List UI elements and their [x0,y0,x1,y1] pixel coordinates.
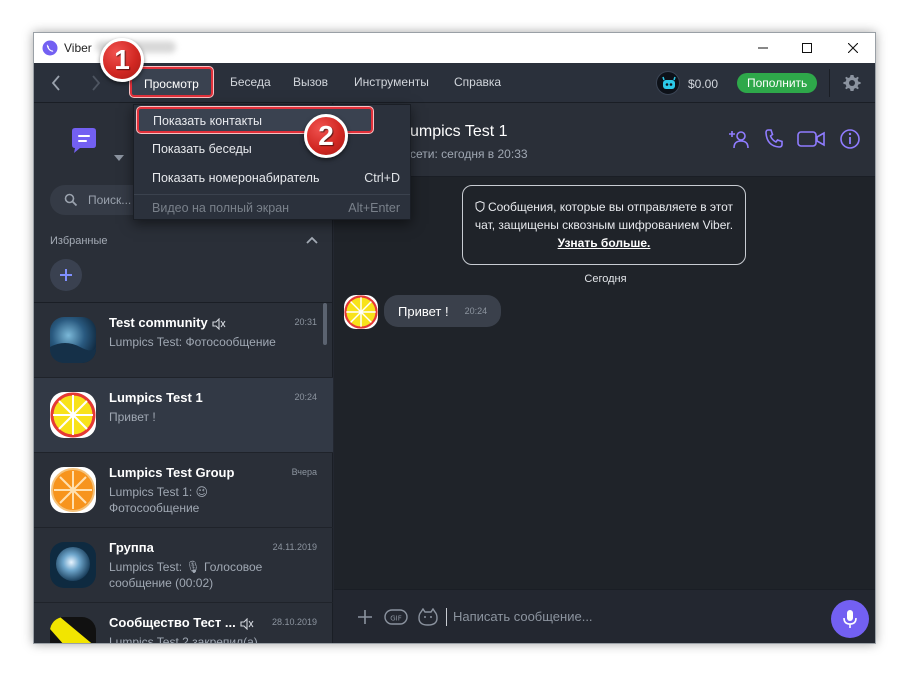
menu-item-label: Показать беседы [152,142,252,156]
balance-amount: $0.00 [688,77,719,91]
chevron-up-icon[interactable] [306,235,318,245]
chat-time: 28.10.2019 [271,617,317,627]
message-text: Привет ! [398,303,449,319]
menu-tools[interactable]: Инструменты [354,75,429,89]
gear-icon[interactable] [842,73,862,93]
add-favorite-button[interactable] [50,259,82,291]
menu-conversation[interactable]: Беседа [230,75,271,89]
muted-icon [240,617,254,630]
avatar [50,392,96,438]
encryption-text: Сообщения, которые вы отправляете в этот… [474,200,734,232]
menu-fullscreen-video: Видео на полный экран Alt+Enter [134,194,410,222]
title-bar: Viber [34,33,875,63]
step-badge-1: 1 [100,38,144,82]
chat-name: Test community [109,315,226,330]
avatar [50,617,96,643]
favorites-label: Избранные [50,235,108,247]
menu-bar: Просмотр Беседа Вызов Инструменты Справк… [34,63,875,103]
chats-filter-caret-icon[interactable] [114,155,124,161]
chat-name: Группа [109,540,154,555]
search-placeholder: Поиск... [88,193,132,207]
chat-list-item[interactable]: Lumpics Test 1 20:24 Привет ! [34,378,333,453]
muted-icon [212,317,226,330]
avatar [50,542,96,588]
chat-list-item[interactable]: Test community 20:31 Lumpics Test: Фотос… [34,303,333,378]
microphone-icon [843,610,857,628]
message-avatar[interactable] [344,295,378,329]
chat-list-item[interactable]: Сообщество Тест ... 28.10.2019 Lumpics T… [34,603,333,644]
settings-divider [829,69,830,97]
menu-show-conversations[interactable]: Показать беседы [134,135,410,163]
encryption-notice: Сообщения, которые вы отправляете в этот… [462,185,746,265]
maximize-icon [802,43,812,53]
message-bubble[interactable]: Привет ! 20:24 [384,295,502,327]
chat-preview: Lumpics Test 2 закрепил(а) [109,635,258,644]
chat-preview: Lumpics Test: Фотосообщение [109,335,276,349]
menu-view[interactable]: Просмотр [130,67,213,97]
message-input[interactable]: Написать сообщение... [446,608,593,626]
info-icon[interactable] [838,127,862,151]
gif-icon[interactable]: GIF [384,608,408,626]
learn-more-link[interactable]: Узнать больше. [558,236,651,250]
chat-title[interactable]: umpics Test 1 [410,123,508,141]
voice-call-icon[interactable] [762,127,786,151]
chat-list-scrollbar[interactable] [323,303,327,345]
chat-time: 20:24 [294,392,317,402]
back-button[interactable] [44,72,68,94]
menu-shortcut: Ctrl+D [364,171,400,185]
sticker-icon[interactable] [418,608,438,626]
chevron-right-icon [92,75,101,91]
chat-time: 24.11.2019 [272,542,317,552]
plus-icon[interactable] [356,608,374,626]
menu-item-label: Показать номеронабиратель [152,171,320,185]
chat-name: Lumpics Test Group [109,465,235,480]
view-menu-dropdown: Показать контакты Показать беседы Показа… [133,104,411,220]
svg-text:GIF: GIF [390,615,402,623]
close-icon [848,43,858,53]
chat-header: umpics Test 1 сети: сегодня в 20:33 [334,103,875,177]
viber-out-bot-icon[interactable] [656,71,680,95]
minimize-button[interactable] [740,33,786,63]
chat-list-item[interactable]: Lumpics Test Group Вчера Lumpics Test 1:… [34,453,333,528]
viber-logo-icon [42,40,58,56]
plus-icon [60,269,72,281]
step-badge-2: 2 [304,114,348,158]
search-icon [64,193,78,207]
message-time: 20:24 [464,306,488,316]
message-composer: GIF Написать сообщение... [334,589,875,643]
minimize-icon [758,47,768,49]
avatar [50,467,96,513]
video-call-icon[interactable] [796,127,826,151]
chat-preview: Lumpics Test 1: 😉 Фотосообщение [109,485,208,515]
voice-message-button[interactable] [831,600,869,638]
avatar [50,317,96,363]
menu-call[interactable]: Вызов [293,75,328,89]
forward-button[interactable] [84,72,108,94]
chat-time: Вчера [291,467,317,477]
chat-status: сети: сегодня в 20:33 [410,147,528,161]
chevron-left-icon [51,75,60,91]
menu-help[interactable]: Справка [454,75,501,89]
topup-button[interactable]: Пополнить [737,73,818,93]
chat-time: 20:31 [294,317,317,327]
chat-preview: Lumpics Test: 🎙 Голосовое сообщение (00:… [109,560,263,590]
chat-name: Сообщество Тест ... [109,615,254,630]
add-participant-icon[interactable] [728,127,752,151]
maximize-button[interactable] [784,33,830,63]
chat-list-item[interactable]: Группа 24.11.2019 Lumpics Test: 🎙 Голосо… [34,528,333,603]
chat-preview: Привет ! [109,410,156,424]
menu-show-dialpad[interactable]: Показать номеронабиратель Ctrl+D [134,164,410,192]
date-separator: Сегодня [584,273,627,285]
chats-icon[interactable] [68,125,100,157]
shield-icon [475,200,485,213]
menu-shortcut: Alt+Enter [348,201,400,215]
window-title: Viber [64,41,92,55]
chat-name: Lumpics Test 1 [109,390,203,405]
close-button[interactable] [830,33,875,63]
menu-item-label: Видео на полный экран [152,201,290,215]
menu-item-label: Показать контакты [153,114,262,128]
chat-panel: umpics Test 1 сети: сегодня в 20:33 Сооб… [334,103,875,643]
